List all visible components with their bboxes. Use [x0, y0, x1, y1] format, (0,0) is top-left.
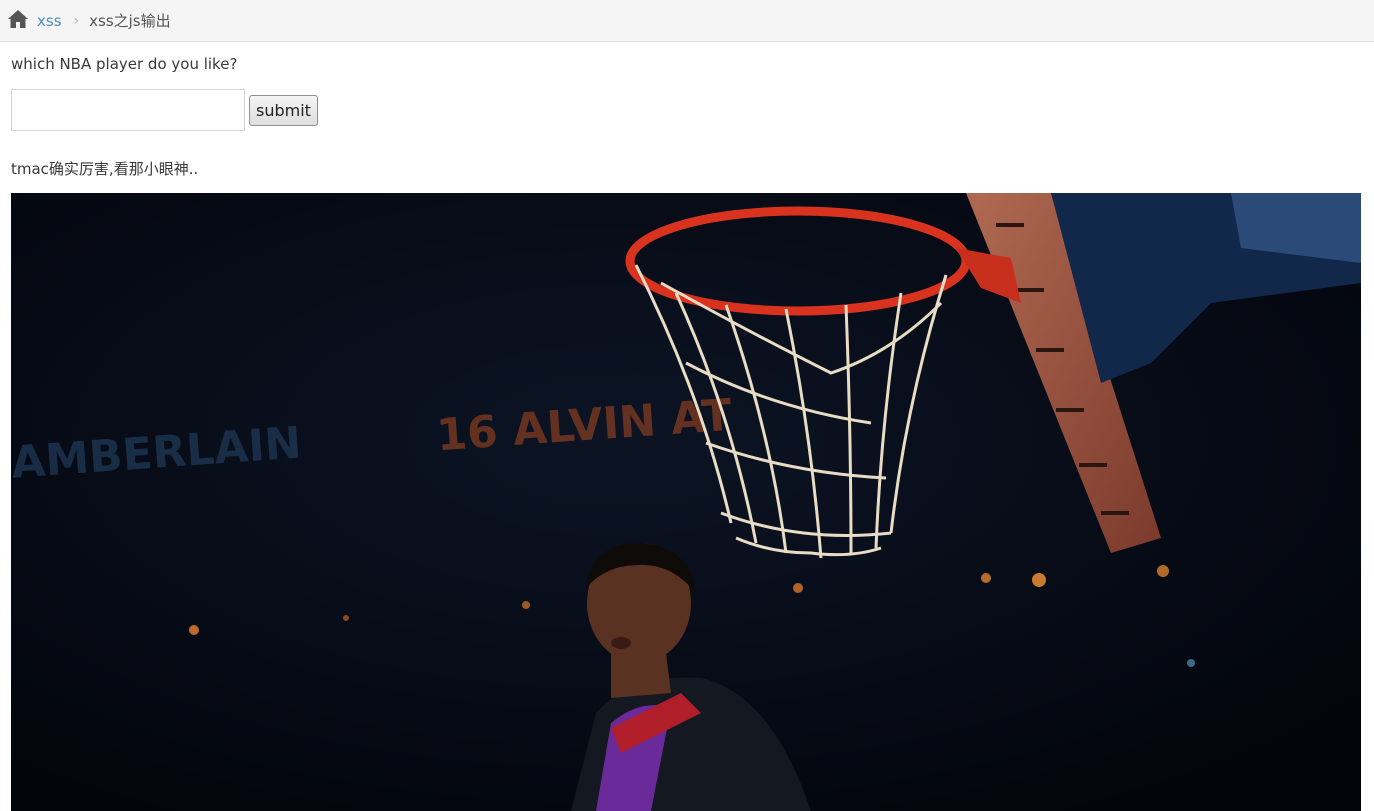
player-photo: AMBERLAIN 16 ALVIN AT — [11, 193, 1361, 811]
breadcrumb-current: xss之js输出 — [89, 12, 171, 30]
submit-button[interactable]: submit — [249, 95, 318, 126]
breadcrumb: xss › xss之js输出 — [0, 0, 1374, 42]
result-message: tmac确实厉害,看那小眼神.. — [11, 160, 199, 178]
question-label: which NBA player do you like? — [11, 55, 238, 73]
breadcrumb-separator-icon: › — [73, 12, 80, 29]
breadcrumb-link-xss[interactable]: xss — [37, 12, 62, 30]
player-input[interactable] — [11, 89, 245, 131]
home-icon[interactable] — [7, 9, 29, 29]
